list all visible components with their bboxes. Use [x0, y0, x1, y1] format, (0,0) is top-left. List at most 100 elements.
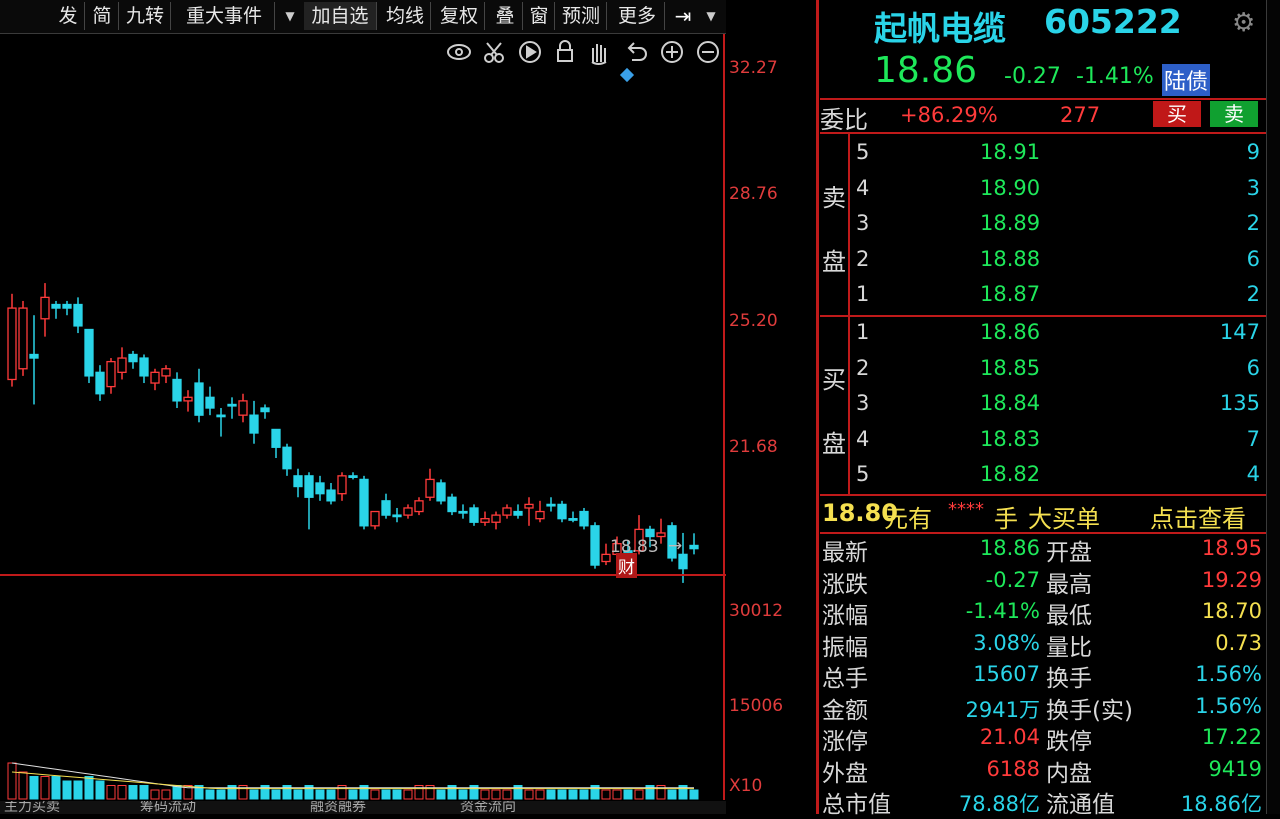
quote-label: 外盘 [822, 760, 868, 787]
divider [820, 98, 1280, 100]
divider [848, 134, 850, 316]
toolbar-item-adjust[interactable]: 复权 [434, 2, 485, 30]
candle [18, 300, 28, 376]
toolbar-item-major-events[interactable]: 重大事件 [174, 2, 275, 30]
candle-body [117, 357, 127, 373]
toolbar-item-more[interactable]: 更多 [610, 2, 665, 30]
candle-body [458, 510, 468, 514]
quote-row: 涨跌 -0.27 最高 19.29 [820, 565, 1280, 598]
bid-row[interactable]: 4 18.83 7 [856, 427, 1276, 461]
expand-arrow-icon[interactable]: ⇥ [668, 2, 698, 30]
ask-row[interactable]: 5 18.91 9 [856, 140, 1276, 174]
candle-body [546, 503, 556, 507]
toolbar-item-window[interactable]: 窗 [524, 2, 555, 30]
candle-body [436, 482, 446, 502]
side-strip [1266, 0, 1280, 814]
sell-button[interactable]: 卖 [1210, 101, 1258, 127]
indicator-tabs: 主力买卖 筹码流动 融资融券 资金流向 [0, 801, 726, 814]
quote-value: 1.56% [1195, 693, 1262, 718]
connect-tag: 陆债 [1162, 64, 1211, 96]
candle [282, 443, 292, 476]
candle [161, 365, 171, 384]
candle-body [62, 303, 72, 309]
big-order-shou: 手 [994, 505, 1018, 533]
tab-fund-flow[interactable]: 资金流向 [460, 801, 516, 814]
bid-row[interactable]: 2 18.85 6 [856, 356, 1276, 390]
big-order-notice[interactable]: 18.80 元有 **** 手 大买单 点击查看 [820, 497, 1280, 534]
tab-chips[interactable]: 筹码流动 [140, 801, 196, 814]
candle [194, 368, 204, 423]
volume-bar [601, 789, 611, 800]
candle-body [381, 500, 391, 516]
volume-bar [271, 789, 281, 800]
bid-row[interactable]: 3 18.84 135 [856, 391, 1276, 425]
ask-row[interactable]: 1 18.87 2 [856, 282, 1276, 316]
candle [425, 468, 435, 501]
bid-volume: 135 [1219, 391, 1260, 415]
toolbar-item-fa[interactable]: 发 [52, 2, 85, 30]
toolbar-item-predict[interactable]: 预测 [556, 2, 607, 30]
candle [403, 504, 413, 519]
bid-row[interactable]: 1 18.86 147 [856, 320, 1276, 354]
candle [579, 507, 589, 530]
gear-icon[interactable]: ⚙ [1232, 8, 1255, 38]
candle [480, 511, 490, 526]
volume-bar [612, 789, 622, 800]
kline-chart[interactable] [0, 34, 726, 800]
price-tick: 25.20 [729, 311, 778, 331]
volume-bar [62, 780, 72, 800]
candle [469, 504, 479, 526]
quote-label: 最新 [822, 540, 868, 566]
ask-row[interactable]: 2 18.88 6 [856, 247, 1276, 281]
toolbar-item-ma[interactable]: 均线 [380, 2, 431, 30]
toolbar-item-jian[interactable]: 简 [86, 2, 119, 30]
quote-value: 17.22 [1201, 725, 1262, 749]
quote-value: 18.70 [1201, 599, 1262, 623]
candle [62, 300, 72, 316]
candle-body [601, 553, 611, 563]
candle [84, 328, 94, 384]
volume-bar [40, 776, 50, 800]
candle [172, 372, 182, 409]
candle [73, 297, 83, 334]
finance-report-marker[interactable]: 财 [616, 553, 637, 578]
quote-label: 涨停 [822, 729, 868, 755]
quote-label: 开盘 [1046, 540, 1092, 566]
quote-value: 18.95 [1201, 536, 1262, 560]
volume-bar [84, 776, 94, 800]
quote-value: 19.29 [1201, 567, 1262, 592]
ask-row[interactable]: 3 18.89 2 [856, 211, 1276, 245]
candle-body [216, 414, 226, 418]
chevron-down-icon[interactable]: ▼ [700, 0, 722, 32]
ask-level: 2 [856, 246, 870, 271]
candle [337, 472, 347, 501]
volume-bar [216, 789, 226, 800]
tab-margin[interactable]: 融资融券 [310, 801, 366, 814]
bid-price: 18.82 [980, 462, 1041, 486]
toolbar-item-jiuzhuan[interactable]: 九转 [120, 2, 171, 30]
candle [139, 354, 149, 384]
toolbar-item-add-watchlist[interactable]: 加自选 [304, 2, 377, 30]
bid-row[interactable]: 5 18.82 4 [856, 462, 1276, 496]
candle [117, 347, 127, 380]
price-axis-line [723, 34, 725, 800]
toolbar-item-overlay[interactable]: 叠 [488, 2, 523, 30]
buy-side-label: 买 [822, 366, 846, 394]
ask-row[interactable]: 4 18.90 3 [856, 176, 1276, 210]
candle-body [326, 489, 336, 502]
candle [7, 293, 17, 387]
big-order-view-link[interactable]: 点击查看 [1150, 499, 1246, 534]
buy-button[interactable]: 买 [1153, 101, 1201, 127]
volume-bar [128, 785, 138, 800]
volume-bar [623, 789, 633, 800]
price-tick: 32.27 [729, 58, 778, 78]
quote-panel: 起帆电缆 605222 ⚙ 18.86 -0.27 -1.41% 陆债 委比 +… [820, 0, 1280, 818]
candle [51, 300, 61, 319]
quote-label: 涨跌 [822, 571, 868, 598]
candle [128, 350, 138, 369]
chevron-down-icon[interactable]: ▼ [279, 0, 301, 32]
stock-code: 605222 [1044, 2, 1182, 41]
volume-bar [348, 789, 358, 800]
volume-bar [689, 789, 699, 800]
tab-main-force[interactable]: 主力买卖 [4, 801, 60, 814]
